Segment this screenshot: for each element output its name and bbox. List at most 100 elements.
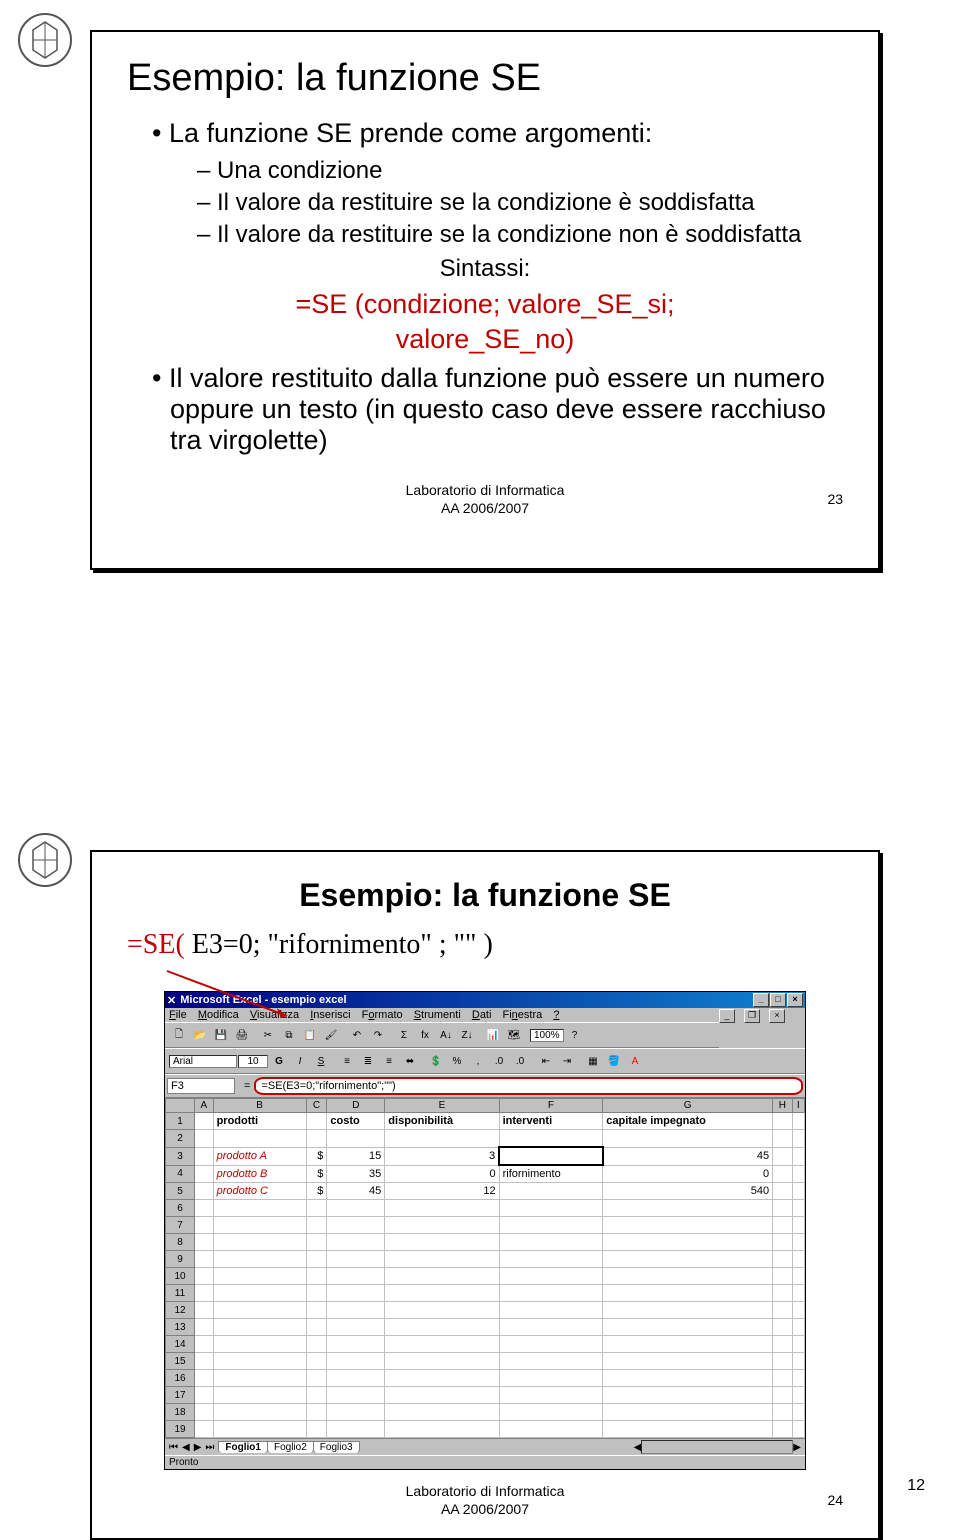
cell-I16[interactable] <box>792 1370 804 1387</box>
bold-icon[interactable]: G <box>269 1051 289 1071</box>
indent-inc-icon[interactable]: ⇥ <box>557 1051 577 1071</box>
hscroll-track[interactable] <box>641 1440 793 1454</box>
tab-nav-last[interactable]: ⏭ <box>205 1442 214 1453</box>
cell-B7[interactable] <box>213 1217 306 1234</box>
row-header-1[interactable]: 1 <box>166 1113 195 1130</box>
col-header-G[interactable]: G <box>603 1099 773 1113</box>
cell-E3[interactable]: 3 <box>385 1147 499 1165</box>
align-right-icon[interactable]: ≡ <box>379 1051 399 1071</box>
cell-D1[interactable]: costo <box>327 1113 385 1130</box>
cell-D9[interactable] <box>327 1251 385 1268</box>
merge-icon[interactable]: ⬌ <box>400 1051 420 1071</box>
row-header-11[interactable]: 11 <box>166 1285 195 1302</box>
cell-I4[interactable] <box>792 1165 804 1183</box>
col-header-F[interactable]: F <box>499 1099 603 1113</box>
cell-D18[interactable] <box>327 1404 385 1421</box>
sheet-tab-3[interactable]: Foglio3 <box>313 1441 360 1453</box>
minimize-button[interactable]: _ <box>753 993 769 1007</box>
col-header-H[interactable]: H <box>773 1099 792 1113</box>
cell-I7[interactable] <box>792 1217 804 1234</box>
maximize-button[interactable]: □ <box>770 993 786 1007</box>
cell-H2[interactable] <box>773 1130 792 1148</box>
cell-B14[interactable] <box>213 1336 306 1353</box>
row-header-6[interactable]: 6 <box>166 1200 195 1217</box>
cell-G12[interactable] <box>603 1302 773 1319</box>
row-header-15[interactable]: 15 <box>166 1353 195 1370</box>
cell-E2[interactable] <box>385 1130 499 1148</box>
cell-H14[interactable] <box>773 1336 792 1353</box>
cell-A10[interactable] <box>195 1268 214 1285</box>
cell-A17[interactable] <box>195 1387 214 1404</box>
cell-H6[interactable] <box>773 1200 792 1217</box>
col-header-E[interactable]: E <box>385 1099 499 1113</box>
cell-C18[interactable] <box>306 1404 327 1421</box>
hscroll-right[interactable]: ▶ <box>793 1442 801 1453</box>
cell-D2[interactable] <box>327 1130 385 1148</box>
open-icon[interactable]: 📂 <box>190 1025 210 1045</box>
cell-H17[interactable] <box>773 1387 792 1404</box>
row-header-17[interactable]: 17 <box>166 1387 195 1404</box>
italic-icon[interactable]: I <box>290 1051 310 1071</box>
cell-C11[interactable] <box>306 1285 327 1302</box>
cell-B3[interactable]: prodotto A <box>213 1147 306 1165</box>
cell-I3[interactable] <box>792 1147 804 1165</box>
cell-C15[interactable] <box>306 1353 327 1370</box>
menu-tools[interactable]: Strumenti <box>414 1009 461 1021</box>
cell-F7[interactable] <box>499 1217 603 1234</box>
cell-E17[interactable] <box>385 1387 499 1404</box>
help-icon[interactable]: ? <box>565 1025 585 1045</box>
cell-D16[interactable] <box>327 1370 385 1387</box>
cell-I10[interactable] <box>792 1268 804 1285</box>
cell-C17[interactable] <box>306 1387 327 1404</box>
undo-icon[interactable]: ↶ <box>347 1025 367 1045</box>
cell-E7[interactable] <box>385 1217 499 1234</box>
cell-I11[interactable] <box>792 1285 804 1302</box>
cell-G8[interactable] <box>603 1234 773 1251</box>
row-header-5[interactable]: 5 <box>166 1183 195 1200</box>
cell-G6[interactable] <box>603 1200 773 1217</box>
cell-F11[interactable] <box>499 1285 603 1302</box>
cell-G4[interactable]: 0 <box>603 1165 773 1183</box>
tab-nav-first[interactable]: ⏮ <box>169 1442 178 1453</box>
cell-H3[interactable] <box>773 1147 792 1165</box>
cell-C1[interactable] <box>306 1113 327 1130</box>
cell-A18[interactable] <box>195 1404 214 1421</box>
paste-icon[interactable]: 📋 <box>300 1025 320 1045</box>
cell-D14[interactable] <box>327 1336 385 1353</box>
menu-window[interactable]: Finestra <box>503 1009 543 1021</box>
cell-D4[interactable]: 35 <box>327 1165 385 1183</box>
cell-G5[interactable]: 540 <box>603 1183 773 1200</box>
cell-B2[interactable] <box>213 1130 306 1148</box>
cell-I2[interactable] <box>792 1130 804 1148</box>
cell-H9[interactable] <box>773 1251 792 1268</box>
cell-A4[interactable] <box>195 1165 214 1183</box>
currency-icon[interactable]: 💲 <box>426 1051 446 1071</box>
cell-B4[interactable]: prodotto B <box>213 1165 306 1183</box>
cell-H12[interactable] <box>773 1302 792 1319</box>
font-name-box[interactable]: Arial <box>169 1055 237 1068</box>
cell-F19[interactable] <box>499 1421 603 1438</box>
cell-C10[interactable] <box>306 1268 327 1285</box>
row-header-4[interactable]: 4 <box>166 1165 195 1183</box>
save-icon[interactable]: 💾 <box>211 1025 231 1045</box>
cell-C2[interactable] <box>306 1130 327 1148</box>
cell-C13[interactable] <box>306 1319 327 1336</box>
cell-H1[interactable] <box>773 1113 792 1130</box>
cell-G17[interactable] <box>603 1387 773 1404</box>
cell-H10[interactable] <box>773 1268 792 1285</box>
sort-asc-icon[interactable]: A↓ <box>436 1025 456 1045</box>
cell-H16[interactable] <box>773 1370 792 1387</box>
cell-E19[interactable] <box>385 1421 499 1438</box>
doc-minimize[interactable]: _ <box>719 1009 735 1023</box>
row-header-2[interactable]: 2 <box>166 1130 195 1148</box>
row-header-16[interactable]: 16 <box>166 1370 195 1387</box>
cell-F9[interactable] <box>499 1251 603 1268</box>
cell-F3[interactable] <box>499 1147 603 1165</box>
underline-icon[interactable]: S <box>311 1051 331 1071</box>
cell-A5[interactable] <box>195 1183 214 1200</box>
cell-B13[interactable] <box>213 1319 306 1336</box>
cell-I19[interactable] <box>792 1421 804 1438</box>
cell-C4[interactable]: $ <box>306 1165 327 1183</box>
cell-G2[interactable] <box>603 1130 773 1148</box>
cell-I8[interactable] <box>792 1234 804 1251</box>
